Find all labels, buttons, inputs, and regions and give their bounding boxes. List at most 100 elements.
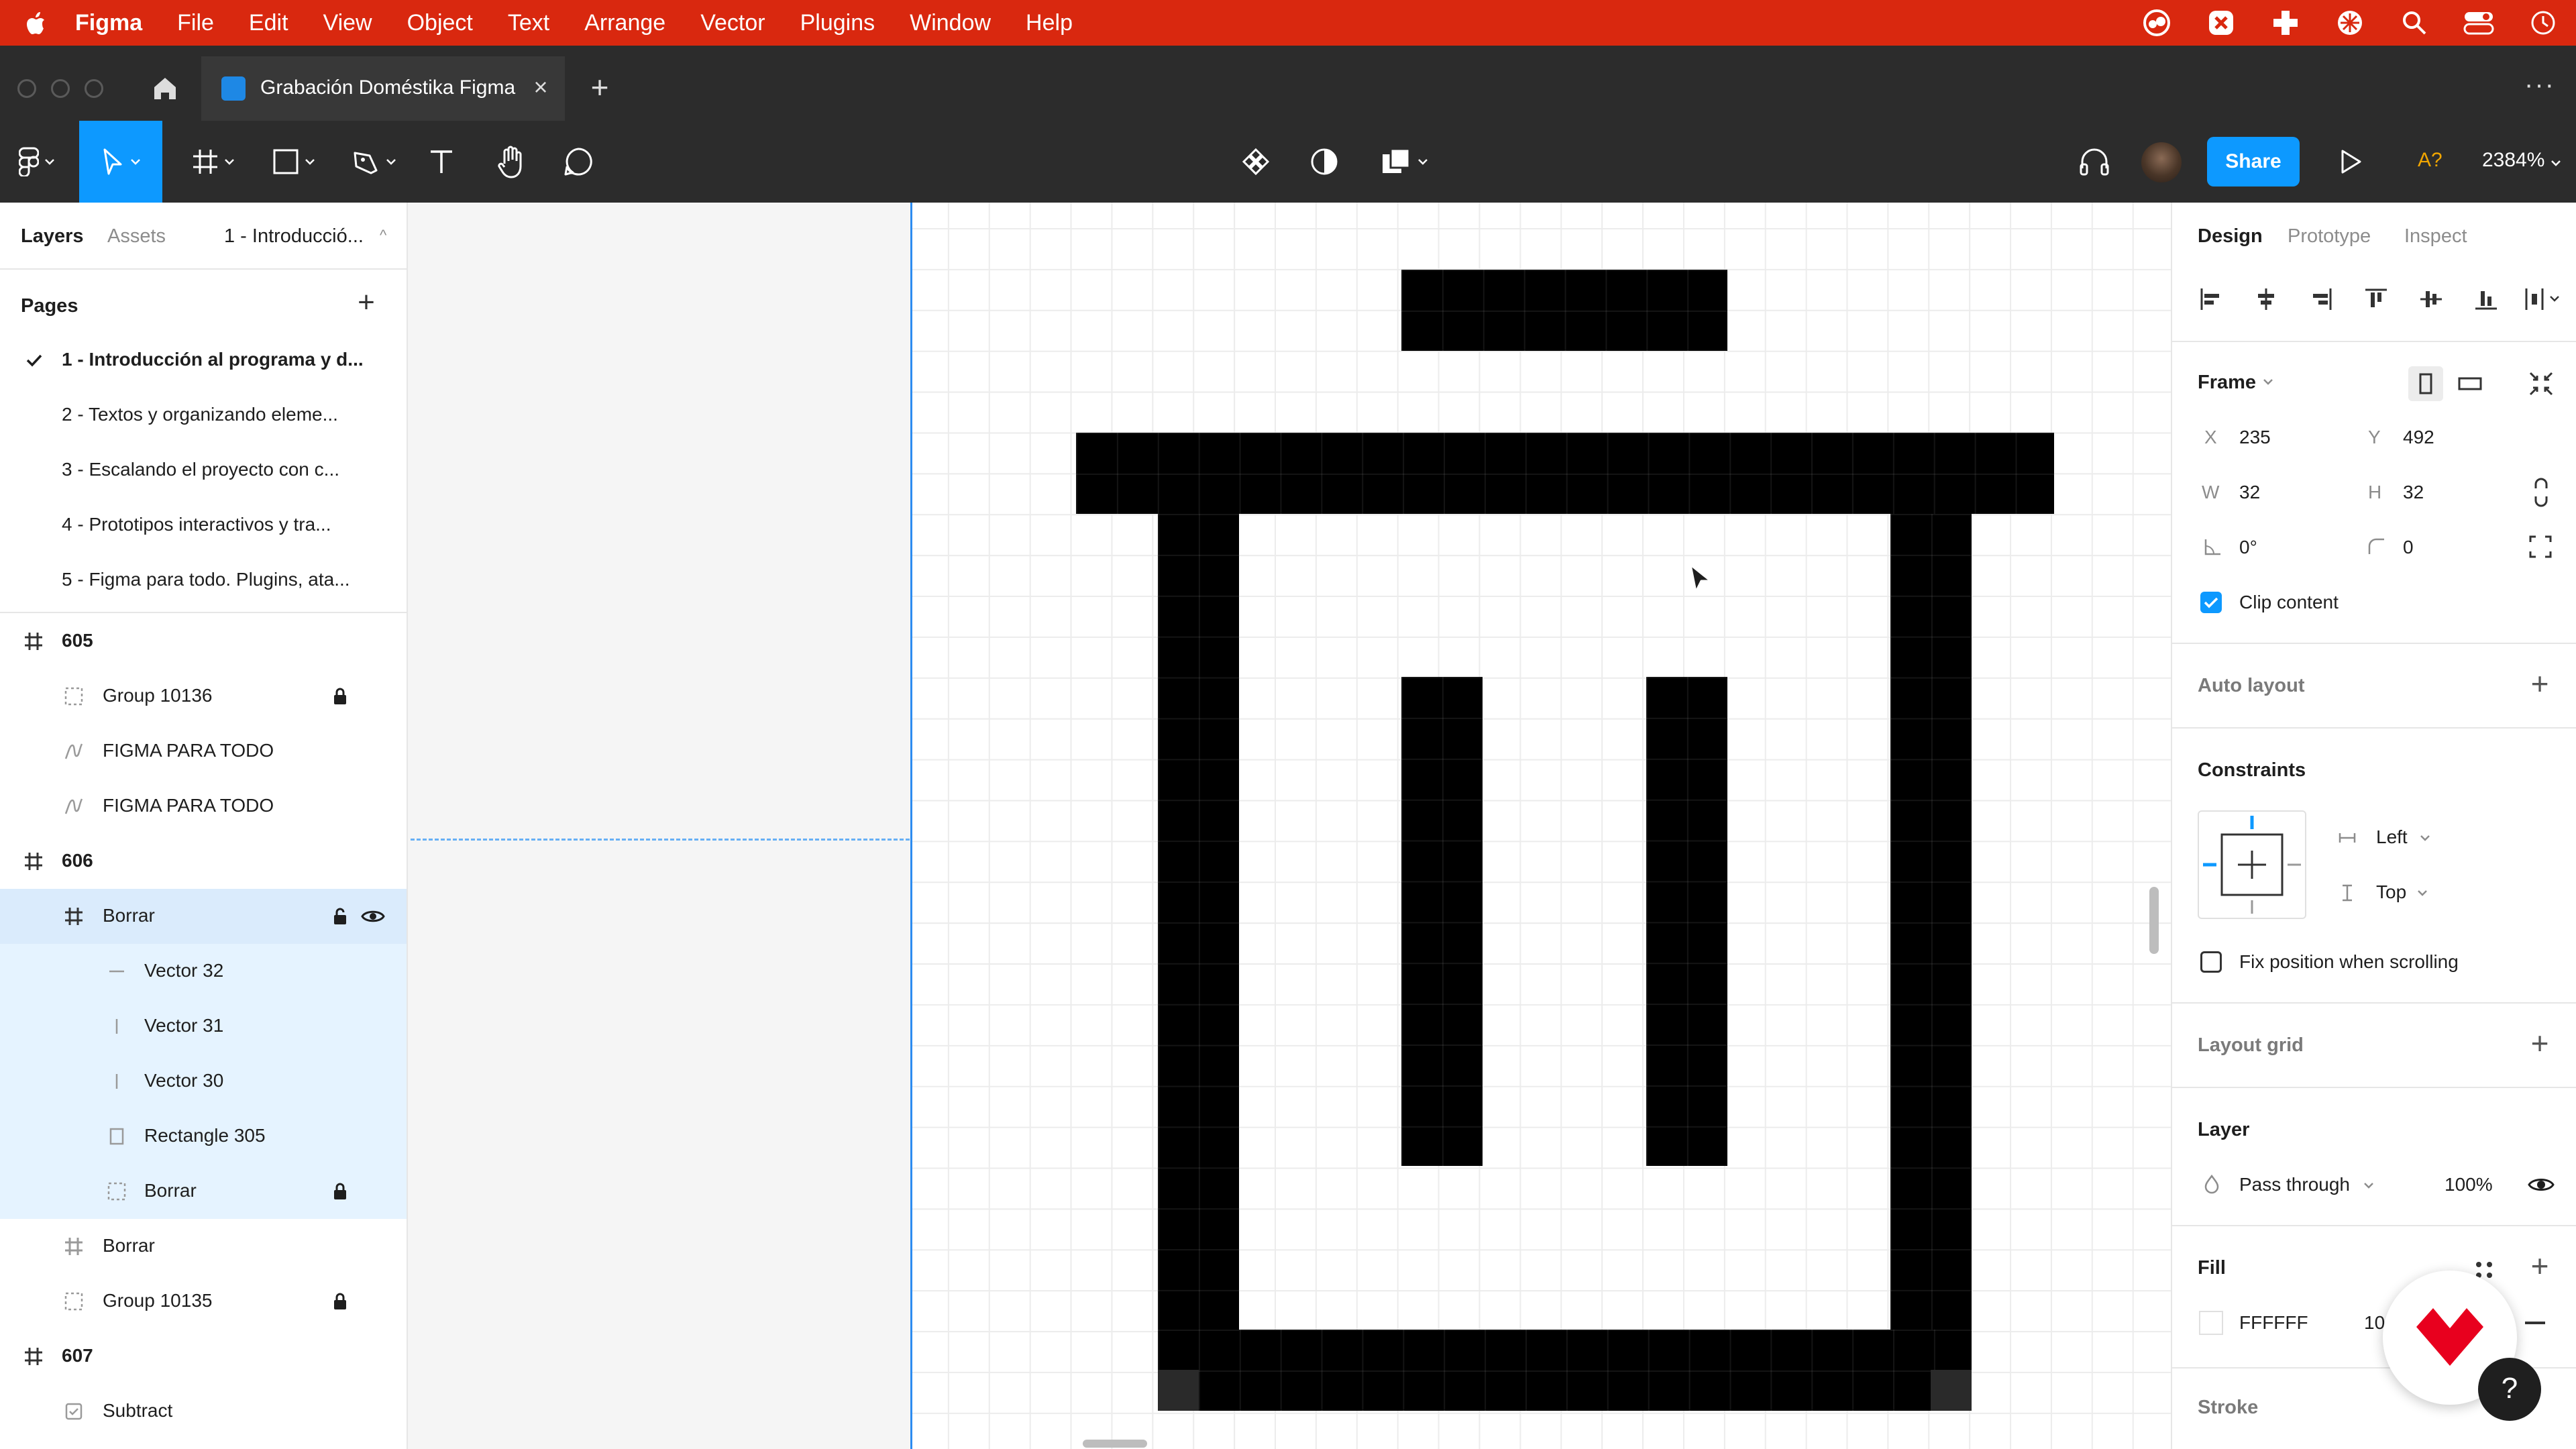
trash-inner-line-right[interactable]: [1646, 677, 1727, 1166]
chevron-up-icon[interactable]: ^: [380, 227, 386, 244]
add-auto-layout-icon[interactable]: +: [2526, 668, 2553, 699]
horizontal-constraint-dropdown[interactable]: Left: [2376, 826, 2408, 848]
window-close-button[interactable]: [17, 79, 36, 98]
text-tool-button[interactable]: [421, 121, 462, 203]
frame-borrar-canvas[interactable]: [912, 203, 2171, 1449]
page-item-2[interactable]: 2 - Textos y organizando eleme...: [62, 404, 338, 425]
menu-arrange[interactable]: Arrange: [584, 10, 665, 36]
boolean-button[interactable]: [1373, 121, 1437, 203]
x-input[interactable]: 235: [2239, 427, 2271, 448]
layer-group-borrar[interactable]: Borrar: [0, 1164, 407, 1219]
distribute-icon[interactable]: [2522, 284, 2564, 314]
menu-edit[interactable]: Edit: [249, 10, 288, 36]
blend-mode-dropdown[interactable]: Pass through: [2239, 1174, 2350, 1195]
frame-section-title[interactable]: Frame: [2198, 372, 2256, 394]
page-item-4[interactable]: 4 - Prototipos interactivos y tra...: [62, 514, 331, 535]
layer-rectangle-305[interactable]: Rectangle 305: [0, 1109, 407, 1164]
constrain-proportions-icon[interactable]: [2529, 478, 2553, 507]
menu-plugins[interactable]: Plugins: [800, 10, 875, 36]
trash-left-wall[interactable]: [1158, 514, 1239, 1330]
layer-frame-606[interactable]: 606: [0, 834, 407, 889]
align-horizontal-center-icon[interactable]: [2251, 284, 2281, 314]
align-top-icon[interactable]: [2361, 284, 2391, 314]
layer-opacity-input[interactable]: 100%: [2445, 1174, 2493, 1195]
menu-file[interactable]: File: [177, 10, 214, 36]
pen-tool-button[interactable]: [341, 121, 408, 203]
portrait-toggle[interactable]: [2408, 366, 2443, 401]
page-item-3[interactable]: 3 - Escalando el proyecto con c...: [62, 459, 339, 480]
lock-icon[interactable]: [330, 1181, 350, 1201]
align-vertical-center-icon[interactable]: [2416, 284, 2446, 314]
resize-to-fit-icon[interactable]: [2526, 369, 2556, 398]
spotlight-search-icon[interactable]: [2399, 7, 2430, 38]
align-left-icon[interactable]: [2196, 284, 2226, 314]
help-button[interactable]: ?: [2478, 1358, 2541, 1421]
add-fill-icon[interactable]: +: [2526, 1250, 2553, 1281]
trash-lid[interactable]: [1076, 433, 2054, 514]
menu-window[interactable]: Window: [910, 10, 991, 36]
apple-icon[interactable]: [27, 11, 46, 34]
layer-vector-31[interactable]: Vector 31: [0, 999, 407, 1054]
layer-frame-borrar-selected[interactable]: Borrar: [0, 889, 407, 944]
fix-position-checkbox[interactable]: [2200, 951, 2222, 973]
layer-group-10136[interactable]: Group 10136: [0, 669, 407, 724]
add-page-icon[interactable]: +: [353, 288, 380, 317]
layer-group-10135[interactable]: Group 10135: [0, 1274, 407, 1329]
independent-corners-icon[interactable]: [2528, 534, 2553, 559]
new-tab-icon[interactable]: +: [584, 71, 616, 103]
layer-subtract[interactable]: Subtract: [0, 1384, 407, 1439]
landscape-icon[interactable]: [2453, 366, 2487, 401]
w-input[interactable]: 32: [2239, 482, 2260, 503]
lock-icon[interactable]: [330, 686, 350, 706]
layer-frame-605[interactable]: 605: [0, 614, 407, 669]
component-button[interactable]: [1236, 121, 1276, 203]
fill-opacity-input[interactable]: 10: [2364, 1312, 2385, 1334]
vertical-scrollbar[interactable]: [2149, 887, 2159, 954]
main-menu-button[interactable]: [7, 121, 67, 203]
clock-icon[interactable]: [2528, 7, 2559, 38]
canvas[interactable]: [408, 203, 912, 1449]
menu-text[interactable]: Text: [508, 10, 549, 36]
window-minimize-button[interactable]: [51, 79, 70, 98]
mask-button[interactable]: [1304, 121, 1344, 203]
control-center-icon[interactable]: [2463, 7, 2494, 38]
avatar[interactable]: [2141, 142, 2182, 182]
access-button[interactable]: A?: [2418, 149, 2443, 172]
rotation-input[interactable]: 0°: [2239, 537, 2257, 558]
add-layout-grid-icon[interactable]: +: [2526, 1028, 2553, 1059]
frame-tool-button[interactable]: [180, 121, 247, 203]
inspect-tab[interactable]: Inspect: [2404, 225, 2467, 248]
horizontal-scrollbar[interactable]: [1083, 1440, 1147, 1448]
vertical-constraint-dropdown[interactable]: Top: [2376, 881, 2406, 903]
fill-color-swatch[interactable]: [2199, 1311, 2223, 1335]
align-right-icon[interactable]: [2306, 284, 2336, 314]
creative-cloud-icon[interactable]: [2141, 7, 2172, 38]
eye-icon[interactable]: [361, 906, 385, 926]
shape-tool-button[interactable]: [260, 121, 327, 203]
eye-icon[interactable]: [2528, 1174, 2555, 1195]
plugin-icon-2[interactable]: [2270, 7, 2301, 38]
trash-bottom[interactable]: [1158, 1330, 1972, 1411]
chevron-down-icon[interactable]: [2416, 887, 2428, 899]
page-item-5[interactable]: 5 - Figma para todo. Plugins, ata...: [62, 569, 350, 590]
prototype-tab[interactable]: Prototype: [2288, 225, 2371, 248]
hand-tool-button[interactable]: [490, 121, 533, 203]
assets-tab[interactable]: Assets: [107, 225, 166, 248]
tab-file[interactable]: Grabación Doméstika Figma ×: [201, 56, 565, 121]
chevron-down-icon[interactable]: [2419, 832, 2431, 844]
present-button[interactable]: [2330, 121, 2371, 203]
chevron-down-icon[interactable]: [2262, 376, 2274, 388]
more-options-icon[interactable]: ···: [2520, 71, 2560, 103]
menu-app-name[interactable]: Figma: [75, 10, 142, 36]
remove-fill-icon[interactable]: [2525, 1322, 2545, 1324]
align-bottom-icon[interactable]: [2471, 284, 2501, 314]
plugin-icon-1[interactable]: [2206, 7, 2237, 38]
layer-vector-figma-para-todo-2[interactable]: FIGMA PARA TODO: [0, 779, 407, 834]
trash-right-wall[interactable]: [1890, 514, 1972, 1330]
home-icon[interactable]: [146, 70, 184, 107]
share-button[interactable]: Share: [2207, 137, 2300, 186]
menu-view[interactable]: View: [323, 10, 372, 36]
menu-object[interactable]: Object: [407, 10, 473, 36]
layer-frame-607[interactable]: 607: [0, 1329, 407, 1384]
comment-tool-button[interactable]: [557, 121, 600, 203]
